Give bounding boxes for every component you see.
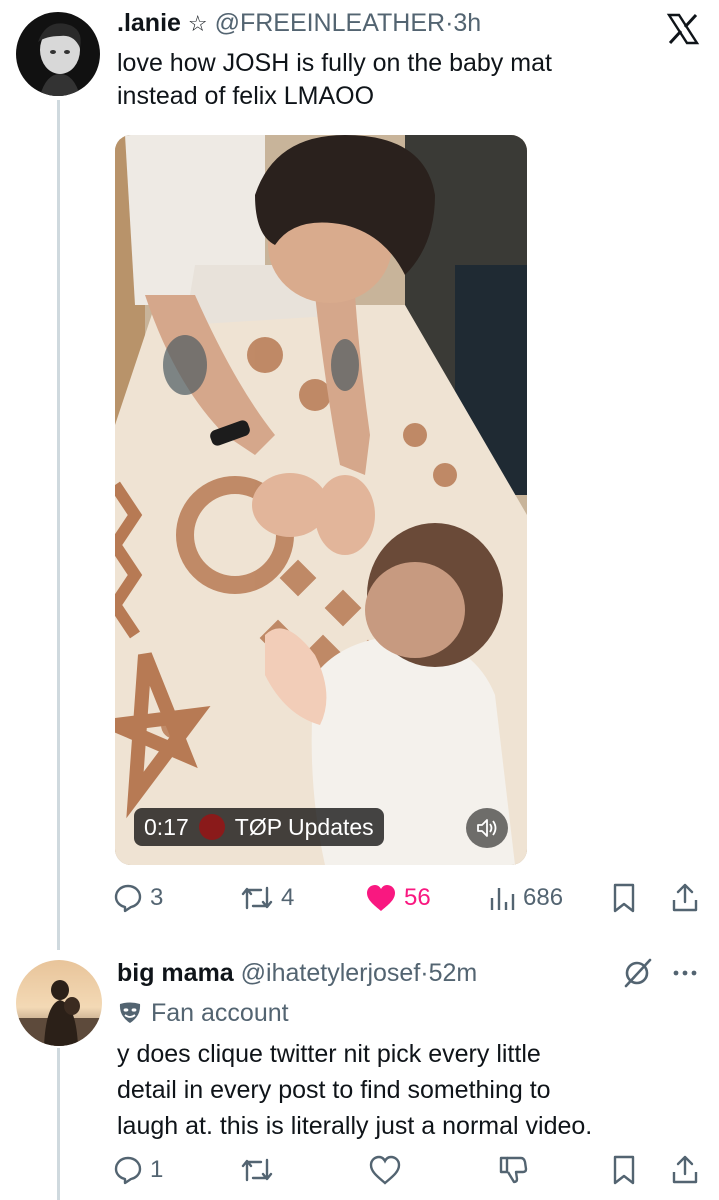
timestamp[interactable]: 3h [453, 9, 481, 37]
speaker-icon [477, 819, 497, 837]
retweet-icon [241, 886, 273, 910]
drama-mask-icon [119, 1002, 141, 1023]
video-player[interactable] [115, 135, 527, 865]
reply-count: 1 [150, 1156, 164, 1183]
retweet-button[interactable]: 4 [239, 880, 294, 916]
video-duration: 0:17 [144, 814, 189, 840]
heart-icon [369, 1155, 401, 1185]
reply-icon [114, 884, 142, 913]
tweet-text: love how JOSH is fully on the baby mat i… [117, 47, 677, 113]
avatar[interactable] [16, 12, 100, 96]
views-icon [490, 888, 515, 910]
like-button[interactable]: 56 [364, 880, 431, 916]
reply-count: 3 [150, 884, 164, 911]
tweet-header: .lanie ☆ @FREEINLEATHER·3h [117, 8, 481, 39]
handle[interactable]: @FREEINLEATHER [215, 9, 446, 37]
mute-button[interactable] [466, 808, 508, 848]
bookmark-button[interactable] [610, 1152, 638, 1188]
tweet-menu-row [622, 957, 698, 989]
display-name[interactable]: big mama [117, 959, 234, 987]
share-button[interactable] [670, 880, 700, 916]
tweet-text-line: instead of felix LMAOO [117, 82, 375, 110]
video-info-pill: 0:17 TØP Updates [134, 808, 384, 846]
bookmark-icon [613, 1155, 635, 1185]
retweet-icon [241, 1158, 273, 1182]
tweet-actions: 3 4 56 686 [112, 880, 702, 916]
tweet-actions: 1 [112, 1152, 702, 1188]
source-avatar-icon [198, 814, 225, 840]
reply-icon [114, 1156, 142, 1185]
view-count: 686 [523, 884, 564, 911]
account-label: Fan account [117, 997, 289, 1029]
handle[interactable]: @ihatetylerjosef [241, 959, 421, 987]
like-count: 56 [404, 884, 431, 911]
thread-line-2 [57, 1048, 60, 1200]
tweet-text: y does clique twitter nit pick every lit… [117, 1036, 707, 1144]
thread-line-1 [57, 100, 60, 950]
tweet-text-line: laugh at. this is literally just a norma… [117, 1112, 593, 1140]
bookmark-button[interactable] [610, 880, 638, 916]
more-options-icon[interactable] [672, 968, 698, 978]
tweet-text-line: detail in every post to find something t… [117, 1076, 551, 1104]
retweet-count: 4 [281, 884, 295, 911]
views-button[interactable]: 686 [487, 880, 563, 916]
downvote-button[interactable] [497, 1152, 529, 1188]
account-label-text: Fan account [151, 999, 289, 1027]
reply-button[interactable]: 3 [112, 880, 163, 916]
share-button[interactable] [670, 1152, 700, 1188]
avatar[interactable] [16, 960, 102, 1046]
reply-button[interactable]: 1 [112, 1152, 163, 1188]
heart-filled-icon [367, 885, 395, 911]
tweet-text-line: love how JOSH is fully on the baby mat [117, 49, 552, 77]
share-icon [672, 883, 698, 912]
grok-icon[interactable] [622, 957, 654, 989]
like-button[interactable] [368, 1152, 402, 1188]
timestamp[interactable]: 52m [429, 959, 478, 987]
share-icon [672, 1155, 698, 1184]
star-icon: ☆ [187, 11, 208, 36]
x-logo-icon[interactable] [666, 12, 700, 46]
thumbs-down-icon [499, 1156, 528, 1184]
tweet-text-line: y does clique twitter nit pick every lit… [117, 1040, 541, 1068]
video-source-label[interactable]: TØP Updates [235, 808, 374, 846]
retweet-button[interactable] [239, 1152, 275, 1188]
separator: · [420, 959, 429, 987]
bookmark-icon [613, 883, 635, 913]
display-name[interactable]: .lanie [117, 9, 181, 37]
tweet-header: big mama @ihatetylerjosef·52m [117, 958, 477, 988]
